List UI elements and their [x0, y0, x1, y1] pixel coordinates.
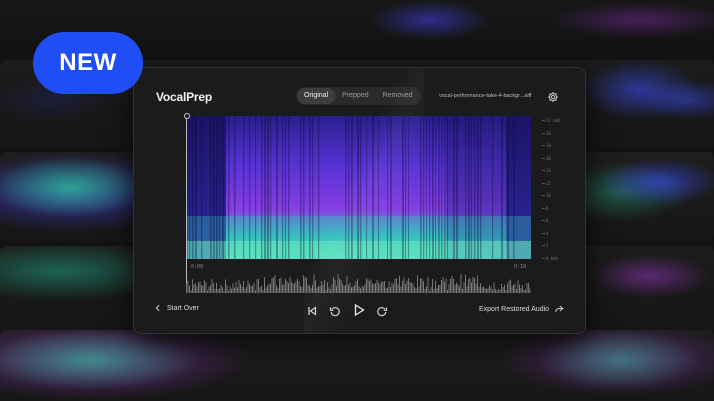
scale-tick	[542, 258, 545, 259]
scale-tick	[542, 132, 545, 134]
app-logo: VocalPrep	[156, 90, 213, 104]
spectrogram[interactable]	[186, 116, 531, 259]
scale-label: 6	[546, 218, 549, 224]
scale-tick	[542, 207, 545, 209]
playhead[interactable]	[186, 115, 187, 292]
scale-tick	[542, 120, 545, 121]
rewind-icon[interactable]	[329, 304, 341, 317]
tab-removed[interactable]: Removed	[376, 88, 420, 104]
app-window: VocalPrep Original Prepped Removed vocal…	[133, 67, 586, 334]
gear-icon[interactable]	[547, 90, 559, 102]
scale-label: 20	[546, 130, 551, 136]
play-icon[interactable]	[352, 303, 366, 317]
scale-label: 8	[546, 205, 549, 211]
chevron-left-icon	[155, 304, 160, 312]
scale-label: 12	[546, 180, 551, 186]
scale-label: 0 kHz	[546, 256, 559, 261]
waveform[interactable]	[186, 271, 531, 293]
fast-forward-icon[interactable]	[376, 304, 388, 317]
scale-label: 10	[546, 193, 551, 199]
background-strip	[0, 330, 714, 401]
scale-tick	[542, 157, 545, 159]
tab-original[interactable]: Original	[297, 88, 336, 104]
tab-prepped[interactable]: Prepped	[335, 88, 375, 104]
file-name: vocal-performance-take-4-backgr...aiff	[439, 93, 532, 99]
scale-label: 4	[546, 230, 549, 236]
scale-label: 22 kHz	[546, 118, 561, 123]
scale-tick	[542, 232, 545, 234]
share-icon	[555, 305, 564, 313]
frequency-scale: 22 kHz 20 18 16 14 12 10 8 6 4 2 0 kHz	[542, 116, 582, 261]
scale-tick	[542, 220, 545, 222]
scale-label: 2	[546, 243, 549, 249]
time-start: 0:00	[191, 264, 204, 270]
export-label: Export Restored Audio	[479, 305, 550, 313]
scale-label: 18	[546, 143, 551, 149]
scale-tick	[542, 145, 545, 147]
promo-stage: NEW VocalPrep Original Prepped Removed v…	[0, 0, 714, 401]
scale-tick	[542, 170, 545, 172]
new-badge: NEW	[33, 32, 143, 94]
start-over-label: Start Over	[167, 304, 199, 312]
time-end: 0:10	[514, 264, 527, 270]
scale-label: 14	[546, 168, 551, 174]
start-over-button[interactable]: Start Over	[154, 304, 199, 312]
scale-tick	[542, 195, 545, 197]
scale-tick	[542, 245, 545, 247]
scale-label: 16	[546, 155, 551, 161]
scale-tick	[542, 182, 545, 184]
export-button[interactable]: Export Restored Audio	[479, 304, 564, 314]
playhead-handle[interactable]	[184, 113, 190, 119]
view-tabs: Original Prepped Removed	[296, 87, 421, 105]
skip-to-start-icon[interactable]	[306, 304, 318, 316]
